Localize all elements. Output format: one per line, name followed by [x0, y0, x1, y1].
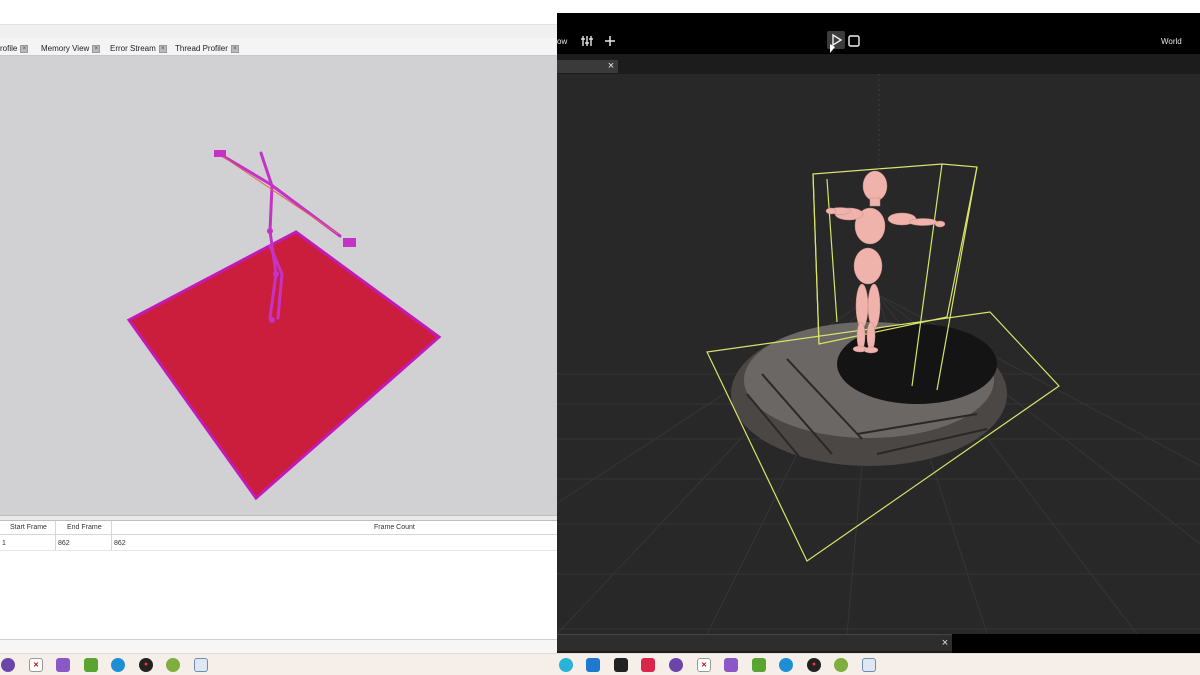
edge-icon[interactable] [111, 658, 125, 672]
tab-profile[interactable]: rofile × [0, 41, 29, 56]
ladybug-icon[interactable]: ● [807, 658, 821, 672]
row-index: 1 [2, 540, 6, 547]
tab-label: Thread Profiler [175, 44, 228, 53]
debug-scene [126, 150, 442, 501]
left-hand [214, 150, 226, 157]
tab-label: Error Stream [110, 44, 156, 53]
stop-button[interactable] [848, 34, 860, 52]
skeleton-joint-lines [221, 155, 339, 235]
cross-icon[interactable]: ✕ [697, 658, 711, 672]
joint [267, 228, 273, 234]
right-bottom-area [952, 634, 1200, 653]
tab-memory-view[interactable]: Memory View × [41, 41, 101, 56]
close-icon[interactable]: × [938, 636, 952, 650]
physics-debug-viewport[interactable] [0, 56, 557, 515]
cross-icon[interactable]: ✕ [29, 658, 43, 672]
header-end-frame[interactable]: End Frame [67, 524, 102, 531]
editor-toolbar: ow World [557, 14, 1200, 54]
frame-table: Start Frame End Frame Frame Count 1 862 … [0, 521, 557, 639]
close-icon[interactable]: × [604, 58, 618, 74]
github-icon[interactable] [1, 658, 15, 672]
puzzle-icon[interactable] [84, 658, 98, 672]
ladybug-icon[interactable]: ● [139, 658, 153, 672]
row-frame-count: 862 [114, 540, 126, 547]
right-title-strip [557, 0, 1200, 14]
output-panel-bar [557, 634, 952, 651]
joint [273, 271, 279, 277]
mouse-cursor [830, 44, 835, 53]
left-status-bar [0, 639, 557, 653]
window-icon[interactable] [862, 658, 876, 672]
taskbar: ✕ ● ✕ ● [0, 653, 1200, 675]
window-icon[interactable] [194, 658, 208, 672]
right-hand [343, 238, 356, 247]
toolbar-partial-label[interactable]: ow [557, 37, 567, 46]
tab-label: rofile [0, 44, 18, 53]
scene-render [557, 74, 1200, 634]
table-row[interactable]: 1 862 862 [0, 537, 557, 551]
gear-blue-icon[interactable] [559, 658, 573, 672]
table-header: Start Frame End Frame Frame Count [0, 521, 557, 535]
close-icon[interactable]: × [20, 44, 29, 53]
vscode-icon[interactable] [586, 658, 600, 672]
orb-icon[interactable] [166, 658, 180, 672]
header-frame-count[interactable]: Frame Count [374, 524, 415, 531]
row-end-frame: 862 [58, 540, 70, 547]
jetbrains-icon[interactable] [641, 658, 655, 672]
left-toolbar-gap [0, 24, 557, 38]
tab-bar: rofile × Memory View × Error Stream × Th… [0, 38, 557, 56]
right-application-window: ow World × × [557, 0, 1200, 653]
left-title-area [0, 0, 557, 24]
plus-icon[interactable] [604, 34, 616, 52]
header-start-frame[interactable]: Start Frame [10, 524, 47, 531]
scene-viewport[interactable] [557, 74, 1200, 634]
tab-label: Memory View [41, 44, 90, 53]
orb-icon[interactable] [834, 658, 848, 672]
visual-studio-icon[interactable] [724, 658, 738, 672]
close-icon[interactable]: × [92, 44, 101, 53]
github-icon[interactable] [669, 658, 683, 672]
tab-thread-profiler[interactable]: Thread Profiler × [175, 41, 239, 56]
stop-icon [848, 35, 860, 47]
sliders-icon[interactable] [580, 34, 594, 52]
edge-icon[interactable] [779, 658, 793, 672]
coordinate-space-selector[interactable]: World [1161, 37, 1182, 46]
visual-studio-icon[interactable] [56, 658, 70, 672]
left-application-window: rofile × Memory View × Error Stream × Th… [0, 0, 557, 653]
epic-games-icon[interactable] [614, 658, 628, 672]
close-icon[interactable]: × [158, 44, 167, 53]
ground-plane [126, 230, 442, 501]
puzzle-icon[interactable] [752, 658, 766, 672]
joint [269, 317, 275, 323]
tab-error-stream[interactable]: Error Stream × [110, 41, 167, 56]
close-icon[interactable]: × [230, 44, 239, 53]
